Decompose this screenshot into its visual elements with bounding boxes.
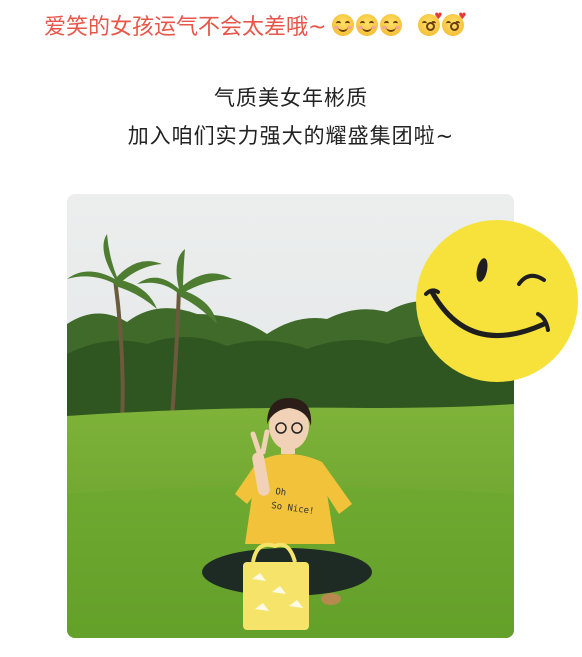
emoji-row: ♥ ♥ [332, 13, 466, 36]
smiling-face-icon [380, 14, 403, 36]
kissing-face-icon: ♥ [442, 13, 466, 36]
headline-text: 爱笑的女孩运气不会太差哦~ [44, 15, 327, 40]
svg-text:Oh: Oh [275, 487, 287, 498]
kissing-face-icon: ♥ [418, 13, 442, 36]
headline: 爱笑的女孩运气不会太差哦~ ♥ ♥ [44, 9, 466, 41]
winking-smiley-icon [414, 218, 580, 384]
subtitle-line-2: 加入咱们实力强大的耀盛集团啦~ [127, 124, 455, 148]
subtitle-line-1: 气质美女年彬质 [214, 86, 368, 110]
smiling-face-icon [356, 14, 379, 36]
smiling-face-icon [332, 14, 355, 36]
